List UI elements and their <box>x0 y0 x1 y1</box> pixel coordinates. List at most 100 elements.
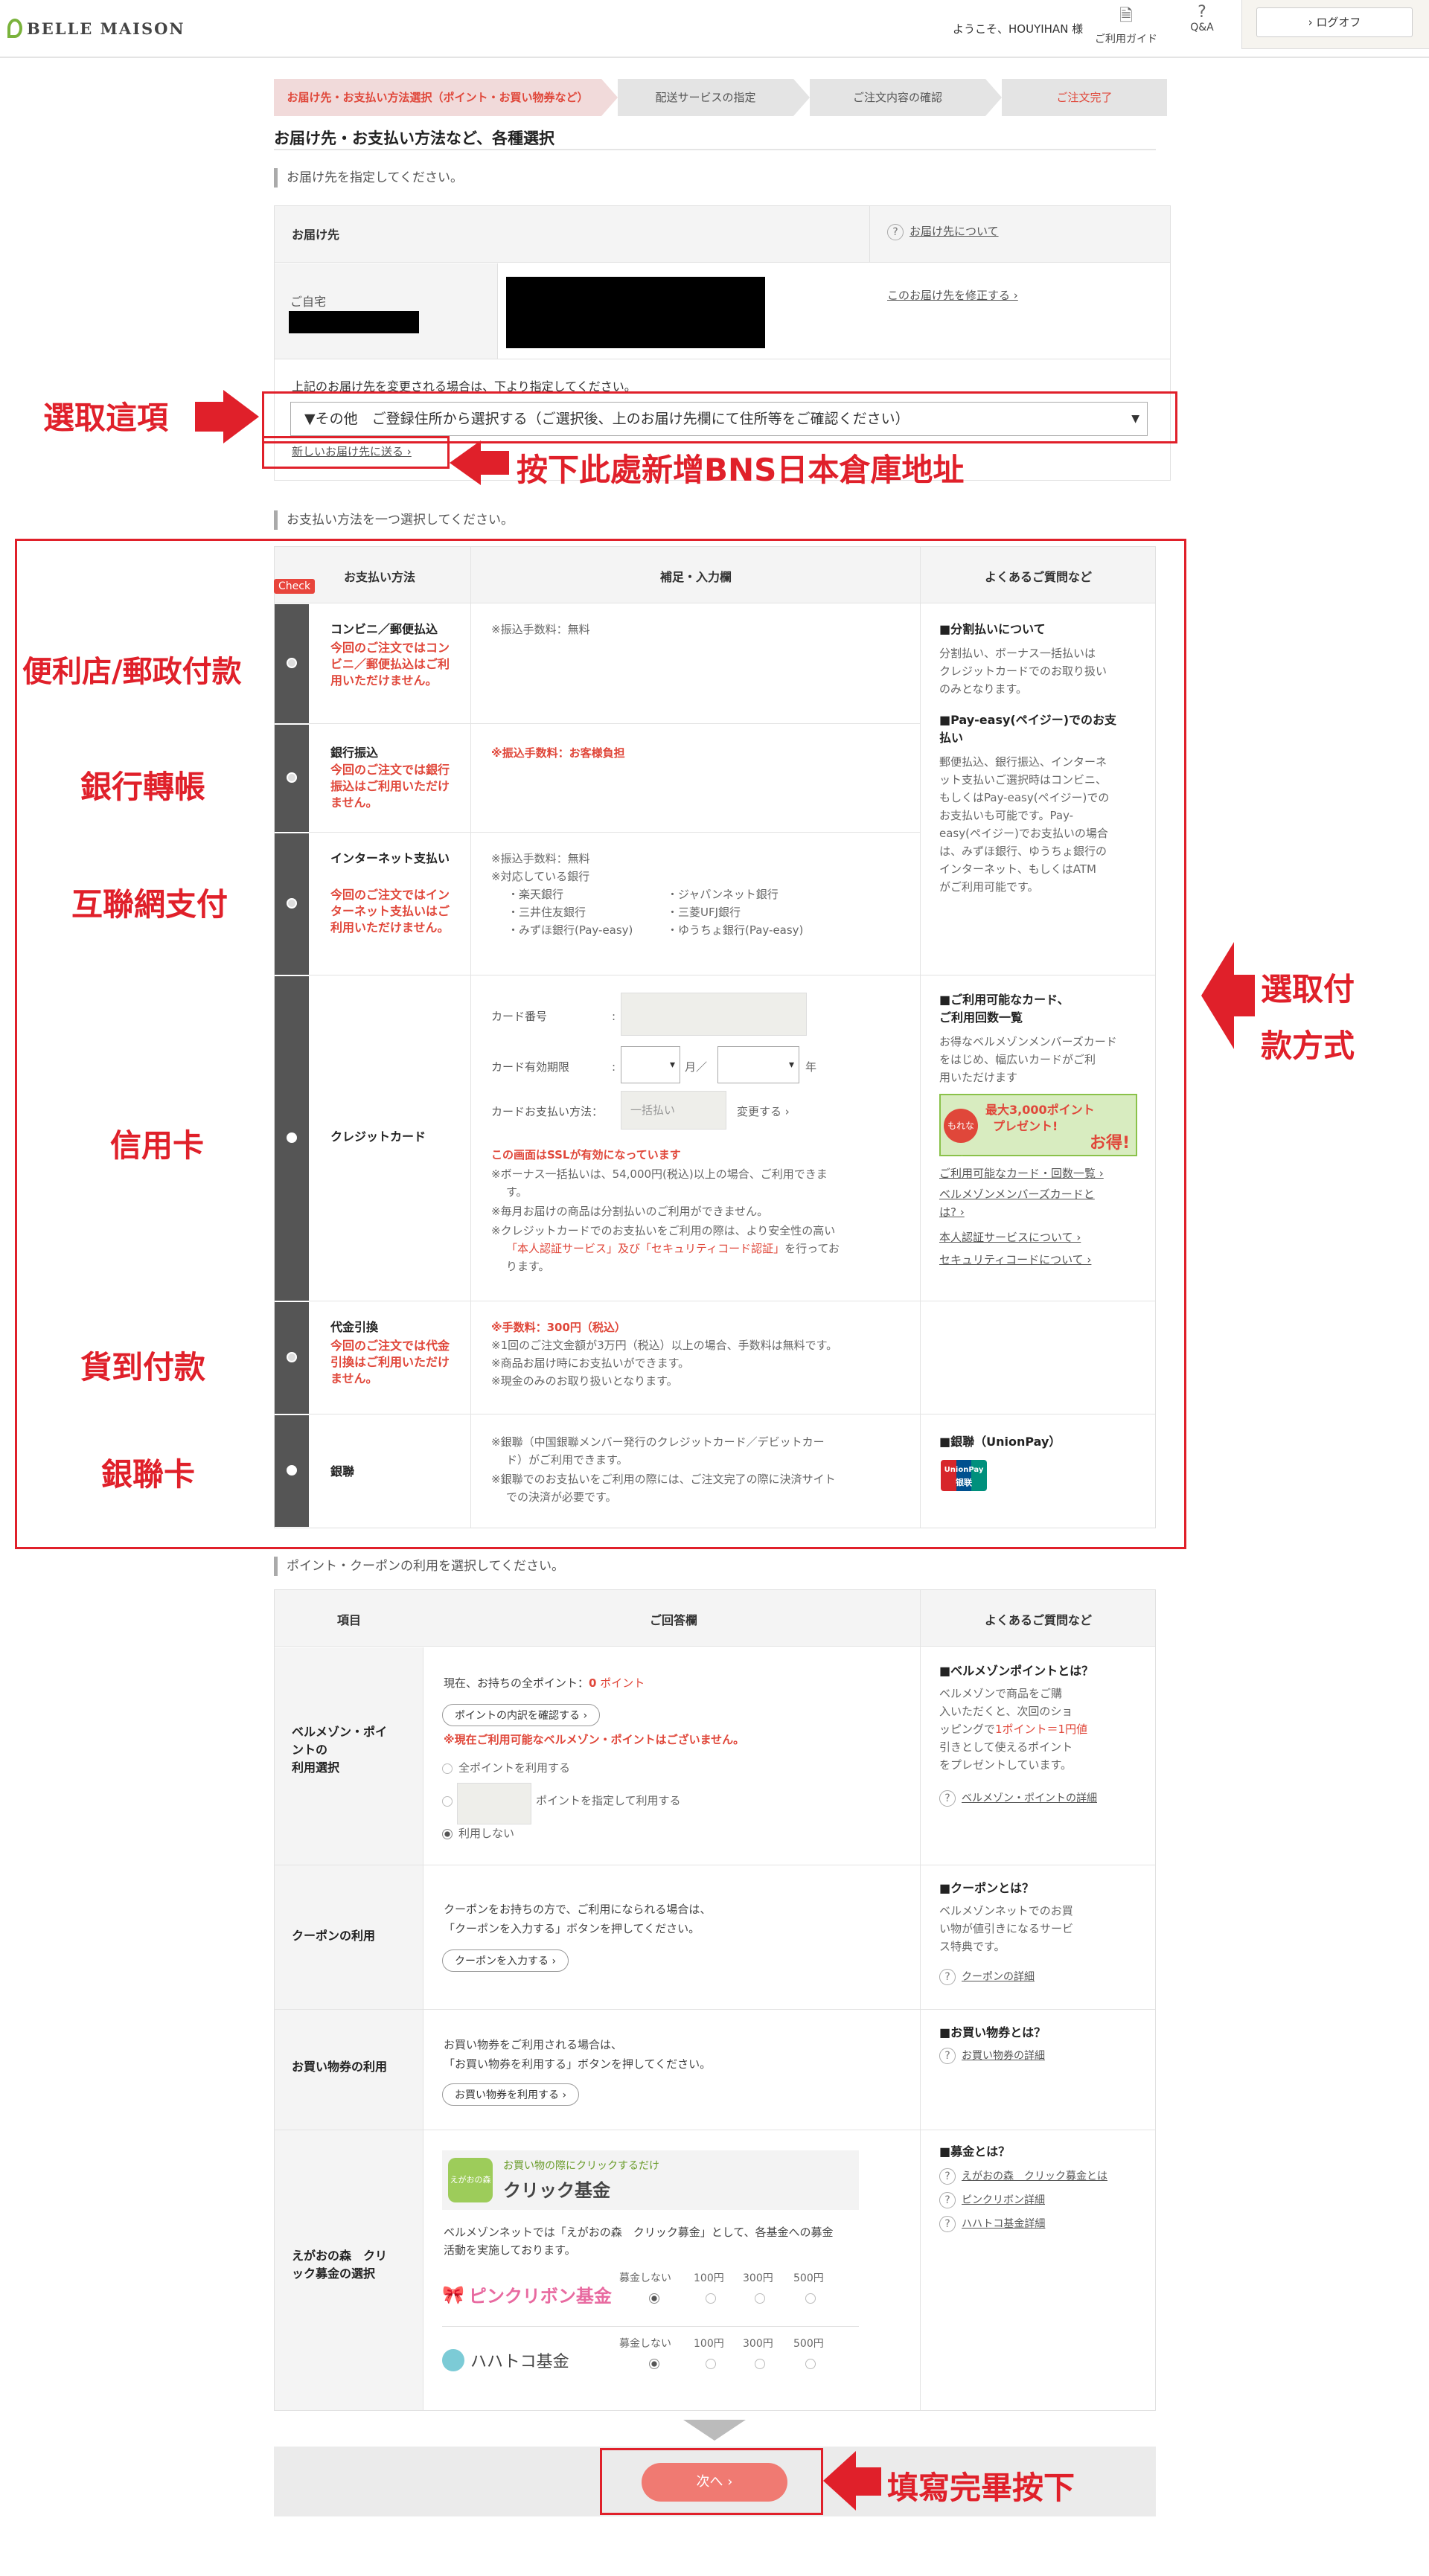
donation-label: えがおの森 クリ <box>292 2249 388 2263</box>
pink-ribbon-link[interactable]: ? ピンクリボン詳細 <box>939 2192 1045 2208</box>
radio-all-points[interactable] <box>442 1763 453 1774</box>
brand-logo[interactable]: BELLE MAISON <box>7 13 185 43</box>
step-4: ご注文完了 <box>1002 79 1167 116</box>
question-icon: ? <box>939 2048 956 2064</box>
divider <box>274 149 1156 150</box>
address-help-link[interactable]: ? お届け先について <box>887 223 999 240</box>
divider <box>442 2326 859 2327</box>
question-icon: ? <box>939 1790 956 1807</box>
faq-donation-heading: ■募金とは？ <box>939 2144 1011 2159</box>
guide-link[interactable]: 🗎 ご利用ガイド <box>1085 3 1167 48</box>
pink-ribbon-logo: 🎀 ピンクリボン基金 <box>442 2284 612 2307</box>
edit-address-link[interactable]: このお届け先を修正する › <box>887 287 1018 303</box>
arrow-left-icon <box>479 451 509 475</box>
col-header-answer: ご回答欄 <box>649 1613 697 1627</box>
fund-radio[interactable] <box>755 2293 765 2304</box>
annotation-unionpay: 銀聯卡 <box>101 1456 196 1493</box>
coupon-button[interactable]: クーポンを入力する › <box>442 1949 569 1972</box>
faq-text-red: 1ポイント＝1円値 <box>995 1723 1088 1736</box>
voucher-label: お買い物券の利用 <box>292 2060 388 2074</box>
voucher-detail-link[interactable]: ? お買い物券の詳細 <box>939 2048 1045 2064</box>
arrow-right-icon <box>195 402 226 432</box>
donation-desc: ベルメゾンネットでは「えがおの森 クリック募金」として、各基金への募金 <box>444 2226 834 2239</box>
fund-option: 500円 <box>793 2272 824 2284</box>
redacted-name <box>289 311 419 333</box>
fund-radio[interactable] <box>805 2359 816 2369</box>
points-label: ベルメゾン・ポイ <box>292 1725 388 1739</box>
annotation-new-address: 按下此處新增BNS日本倉庫地址 <box>517 452 965 488</box>
annotation-convenience: 便利店/郵政付款 <box>22 655 242 689</box>
redacted-address <box>506 277 765 348</box>
faq-text: をプレゼントしています。 <box>939 1758 1072 1772</box>
points-amount-input[interactable] <box>457 1783 531 1824</box>
voucher-note: 「お買い物券を利用する」ボタンを押してください。 <box>444 2057 712 2071</box>
fund-radio[interactable] <box>755 2359 765 2369</box>
banner-text: お買い物の際にクリックするだけ <box>503 2160 659 2172</box>
faq-text: ス特典です。 <box>939 1940 1006 1953</box>
step-chevron <box>601 79 618 116</box>
radio-label: ポイントを指定して利用する <box>536 1794 681 1807</box>
logout-button[interactable]: › ログオフ <box>1256 7 1413 37</box>
fund-option: 100円 <box>694 2272 724 2284</box>
fund-option: 300円 <box>743 2272 773 2284</box>
fund-radio[interactable] <box>649 2359 659 2369</box>
radio-no-points[interactable] <box>442 1829 453 1839</box>
fund-option: 募金しない <box>619 2272 671 2284</box>
faq-coupon-heading: ■クーポンとは？ <box>939 1881 1035 1895</box>
fund-radio[interactable] <box>649 2293 659 2304</box>
qa-link[interactable]: ? Q&A <box>1161 3 1243 48</box>
coupon-label: クーポンの利用 <box>292 1929 376 1943</box>
coupon-detail-link[interactable]: ? クーポンの詳細 <box>939 1969 1035 1985</box>
radio-specify-points[interactable] <box>442 1796 453 1807</box>
points-warn: ※現在ご利用可能なベルメゾン・ポイントはございません。 <box>444 1733 745 1746</box>
payment-section-label: お支払い方法を一つ選択してください。 <box>274 510 514 530</box>
faq-points-heading: ■ベルメゾンポイントとは？ <box>939 1664 1094 1678</box>
step-chevron <box>985 79 1002 116</box>
divider <box>920 1590 921 2410</box>
faq-text: ベルメゾンで商品をご購 <box>939 1687 1063 1700</box>
points-unit: ポイント <box>600 1676 645 1690</box>
faq-text: ッピングで <box>939 1723 996 1736</box>
fund-radio[interactable] <box>706 2359 716 2369</box>
smile-icon <box>442 2349 464 2371</box>
fund-option: 300円 <box>743 2338 773 2350</box>
fund-option: 100円 <box>694 2338 724 2350</box>
annotation-choose-pay: 選取付 <box>1261 971 1355 1007</box>
arrow-left-icon <box>450 440 481 485</box>
voucher-button[interactable]: お買い物券を利用する › <box>442 2083 580 2106</box>
smile-forest-icon: えがおの森 <box>448 2158 493 2202</box>
arrow-left-icon <box>1233 975 1255 1016</box>
address-header-row <box>275 206 1170 263</box>
annotation-internet: 互聯網支付 <box>71 886 228 923</box>
points-breakdown-button[interactable]: ポイントの内訳を確認する › <box>442 1704 601 1726</box>
step-1: お届け先・お支払い方法選択（ポイント・お買い物券など） <box>274 79 601 116</box>
annotation-credit: 信用卡 <box>110 1127 205 1164</box>
annotation-done: 填寫完畢按下 <box>887 2470 1075 2506</box>
donation-label: ック募金の選択 <box>292 2266 376 2281</box>
fund-radio[interactable] <box>706 2293 716 2304</box>
step-chevron <box>793 79 810 116</box>
arrow-left-icon <box>823 2451 856 2511</box>
radio-label: 全ポイントを利用する <box>458 1761 571 1775</box>
points-label: ントの <box>292 1743 328 1757</box>
fund-option: 募金しない <box>619 2338 671 2350</box>
leaf-icon <box>7 19 22 38</box>
fund-radio[interactable] <box>805 2293 816 2304</box>
question-icon: ? <box>939 2168 956 2185</box>
click-fund-banner[interactable]: えがおの森 お買い物の際にクリックするだけ クリック基金 <box>442 2150 859 2210</box>
ribbon-icon: 🎀 <box>442 2284 464 2305</box>
annotation-frame <box>600 2448 823 2515</box>
radio-label: 利用しない <box>458 1827 515 1840</box>
points-balance-value: 0 <box>589 1676 597 1690</box>
donation-desc: 活動を実施しております。 <box>444 2243 576 2257</box>
hahatoko-logo: ハハトコ基金 <box>442 2348 569 2372</box>
col-header-item: 項目 <box>336 1613 361 1627</box>
points-section-label: ポイント・クーポンの利用を選択してください。 <box>274 1557 564 1576</box>
welcome-text: ようこそ、HOUYIHAN 様 <box>953 22 1084 36</box>
points-detail-link[interactable]: ? ベルメゾン・ポイントの詳細 <box>939 1790 1097 1807</box>
hahatoko-link[interactable]: ? ハハトコ基金詳細 <box>939 2216 1045 2232</box>
address-col-label: お届け先 <box>292 228 340 242</box>
donation-link[interactable]: ? えがおの森 クリック募金とは <box>939 2168 1107 2185</box>
coupon-note: クーポンをお持ちの方で、ご利用になられる場合は、 <box>444 1903 712 1916</box>
divider <box>869 206 870 263</box>
